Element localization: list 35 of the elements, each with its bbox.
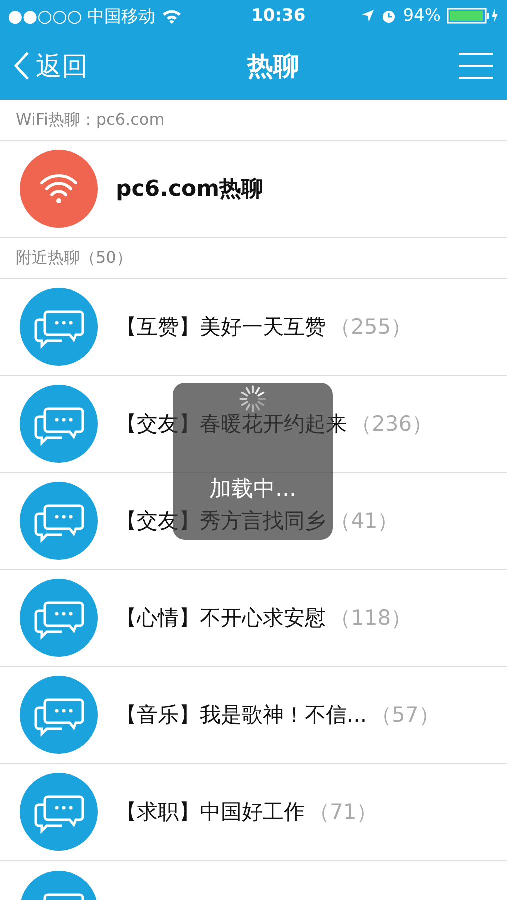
- member-count: （57）: [371, 702, 440, 729]
- wifi-icon: [162, 8, 182, 24]
- battery-text: 94%: [403, 6, 441, 26]
- member-count: （71）: [309, 799, 378, 826]
- member-count: （41）: [330, 508, 399, 535]
- spinner-icon: [239, 385, 267, 413]
- alarm-icon: [381, 8, 398, 24]
- chat-room-row[interactable]: 【互赞】美好一天互赞 （255）: [0, 279, 507, 376]
- chat-room-row[interactable]: 【求职】中国好工作 （71）: [0, 764, 507, 861]
- menu-icon[interactable]: [459, 52, 493, 80]
- page-title: 热聊: [248, 50, 300, 84]
- wifi-chat-row[interactable]: pc6.com热聊: [0, 141, 507, 238]
- time-text: 10:36: [252, 6, 306, 26]
- chat-room-row[interactable]: 【心情】不开心求安慰 （118）: [0, 570, 507, 667]
- battery-icon: [447, 8, 499, 24]
- chat-icon: [20, 773, 98, 851]
- chat-name: pc6.com热聊: [116, 176, 264, 204]
- chat-icon: [20, 385, 98, 463]
- member-count: （236）: [351, 411, 434, 438]
- chat-room-row[interactable]: 【音乐】我是歌神！不信... （57）: [0, 667, 507, 764]
- chat-icon: [20, 676, 98, 754]
- member-count: （118）: [330, 605, 412, 632]
- chat-icon: [20, 482, 98, 560]
- loading-text: 加载中...: [210, 476, 296, 504]
- room-title: 【音乐】我是歌神！不信...: [116, 702, 368, 729]
- room-title: 【求职】中国好工作: [116, 799, 305, 826]
- chevron-left-icon: [14, 51, 30, 81]
- room-title: 【互赞】美好一天互赞: [116, 314, 326, 341]
- wifi-icon: [20, 150, 98, 228]
- location-icon: [361, 9, 376, 23]
- chat-icon: [20, 579, 98, 657]
- chat-icon: [20, 288, 98, 366]
- member-count: （255）: [330, 314, 412, 341]
- room-title: 【心情】不开心求安慰: [116, 605, 326, 632]
- carrier-text: ●●○○○ 中国移动: [8, 6, 156, 28]
